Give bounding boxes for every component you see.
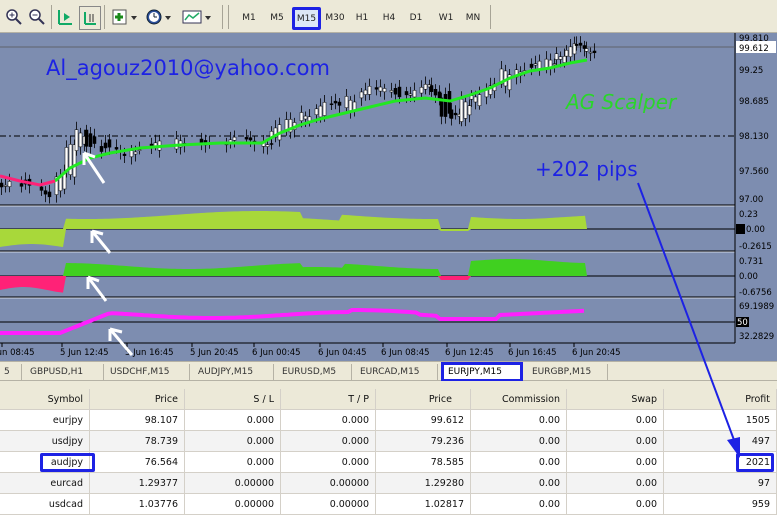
annotation-arrowhead: [727, 437, 740, 458]
annotation-overlay: [637, 182, 741, 458]
annotation-arrow-line: [637, 182, 741, 457]
